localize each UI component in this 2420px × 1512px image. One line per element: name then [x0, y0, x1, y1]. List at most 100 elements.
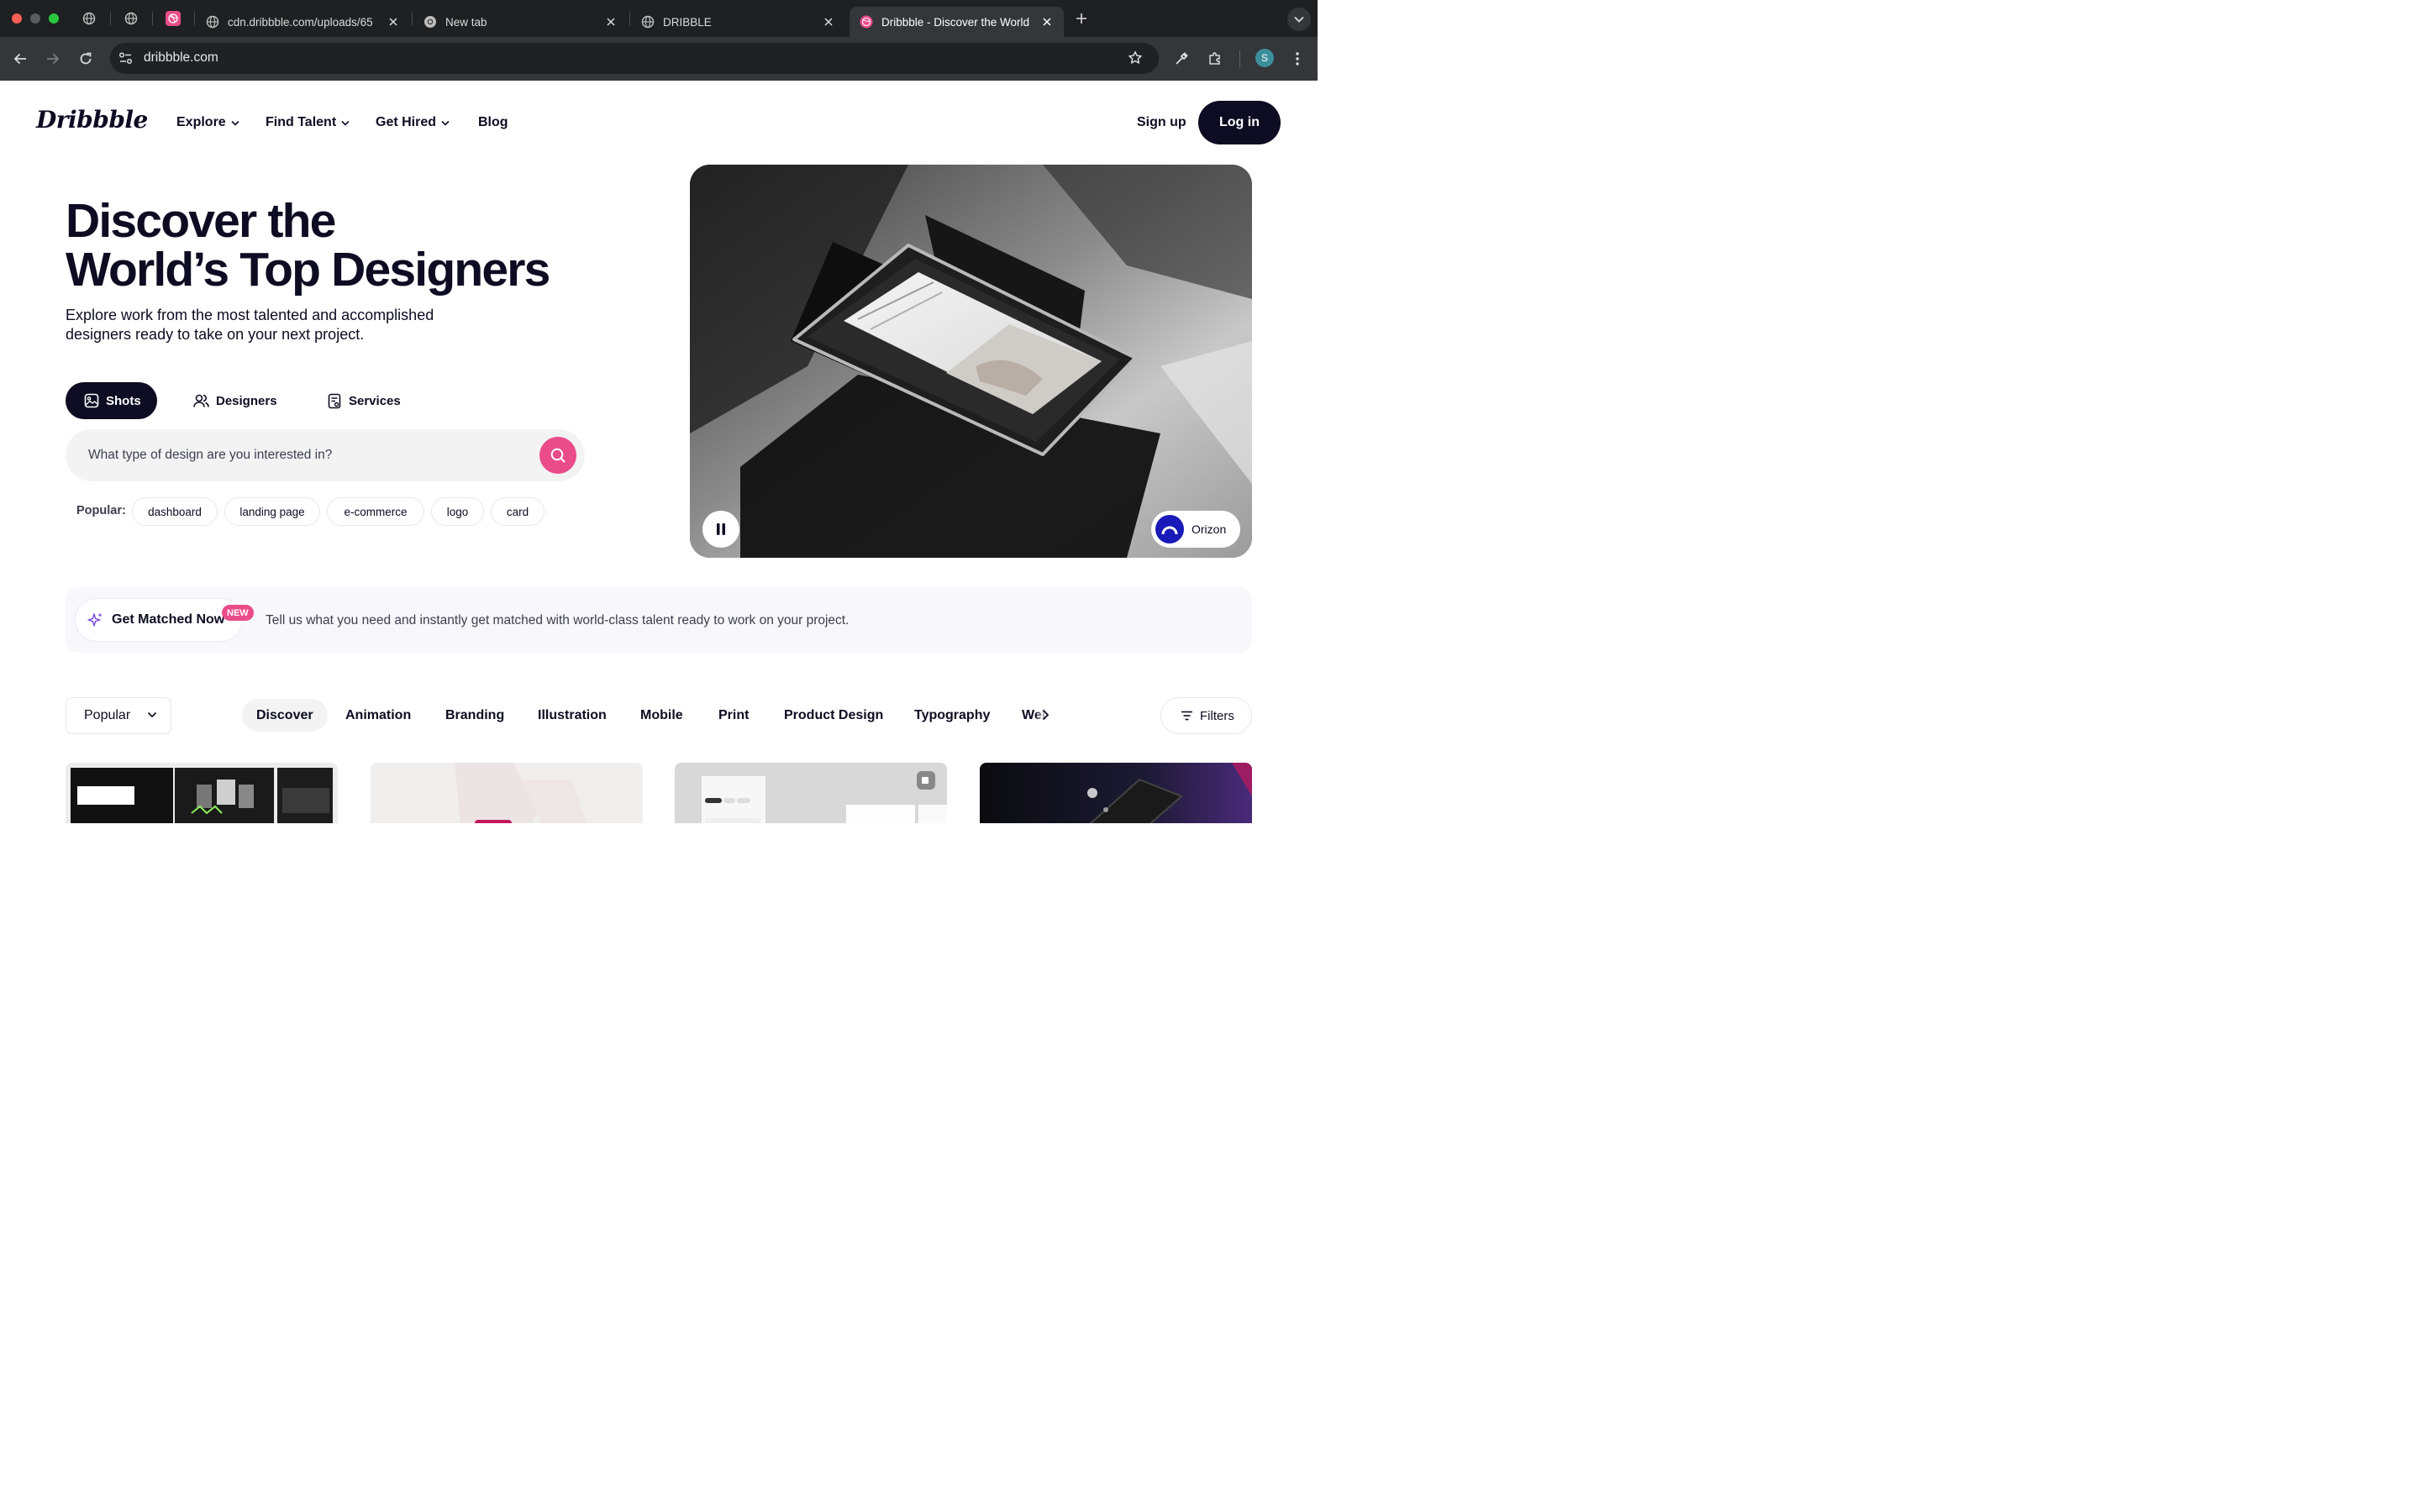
- tab-designers[interactable]: Designers: [193, 382, 286, 419]
- puzzle-icon: [1209, 52, 1220, 65]
- eyedropper-extension-button[interactable]: [1171, 49, 1192, 69]
- category-animation[interactable]: Animation: [345, 699, 411, 732]
- tab-new-tab[interactable]: New tab: [413, 7, 628, 37]
- shot-thumbnail: [675, 763, 947, 823]
- tab-dribble[interactable]: DRIBBLE: [631, 7, 845, 37]
- search-placeholder: What type of design are you interested i…: [88, 448, 333, 462]
- sparkle-icon: [87, 612, 102, 627]
- nav-label: Get Hired: [376, 115, 437, 129]
- browser-tab-strip: cdn.dribbble.com/uploads/65 New tab DRIB…: [0, 0, 1318, 37]
- profile-avatar[interactable]: S: [1255, 49, 1274, 67]
- nav-label: Blog: [478, 115, 508, 129]
- tab-close-icon[interactable]: [1040, 15, 1054, 29]
- nav-explore[interactable]: Explore: [176, 115, 239, 130]
- extensions-button[interactable]: [1205, 49, 1225, 69]
- tab-label: Services: [349, 393, 401, 408]
- bookmark-star-icon[interactable]: [1128, 50, 1143, 66]
- browser-menu-button[interactable]: [1287, 49, 1307, 69]
- hero-title-line: World’s Top Designers: [66, 243, 550, 297]
- new-badge: NEW: [222, 605, 254, 621]
- design-search-input[interactable]: What type of design are you interested i…: [66, 429, 585, 481]
- shot-thumbnail: [66, 763, 338, 823]
- nav-get-hired[interactable]: Get Hired: [376, 115, 450, 130]
- reload-button[interactable]: [76, 49, 96, 69]
- tab-close-icon[interactable]: [822, 15, 835, 29]
- popular-tag[interactable]: logo: [431, 497, 484, 526]
- chevron-right-icon[interactable]: [1042, 709, 1050, 721]
- forward-button[interactable]: [43, 49, 63, 69]
- shot-card[interactable]: [371, 763, 643, 823]
- sort-selected-value: Popular: [84, 708, 131, 722]
- dribbble-logo[interactable]: Dribbble: [36, 106, 148, 134]
- arrow-left-icon: [13, 53, 26, 65]
- browser-toolbar: dribbble.com S: [0, 37, 1318, 81]
- url-text: dribbble.com: [144, 50, 218, 65]
- pause-button[interactable]: [702, 511, 739, 548]
- get-matched-banner: Get Matched Now NEW Tell us what you nee…: [66, 587, 1252, 653]
- sort-dropdown[interactable]: Popular: [66, 697, 171, 734]
- tab-shots[interactable]: Shots: [66, 382, 157, 419]
- globe-icon: [206, 15, 219, 29]
- chevron-down-icon: [341, 120, 350, 126]
- category-branding[interactable]: Branding: [445, 699, 504, 732]
- category-mobile[interactable]: Mobile: [640, 699, 683, 732]
- tab-services[interactable]: Services: [328, 382, 420, 419]
- pinned-tab-globe-2[interactable]: [123, 10, 139, 27]
- shot-card[interactable]: [675, 763, 947, 823]
- chevron-down-icon: [231, 120, 239, 126]
- kebab-menu-icon: [1296, 52, 1299, 66]
- back-button[interactable]: [10, 49, 30, 69]
- hero-title: Discover the World’s Top Designers: [66, 197, 550, 294]
- nav-find-talent[interactable]: Find Talent: [266, 115, 350, 130]
- popular-tag[interactable]: landing page: [224, 497, 320, 526]
- site-settings-icon[interactable]: [118, 51, 133, 66]
- search-icon: [550, 448, 566, 463]
- hero-title-line: Discover the: [66, 194, 336, 248]
- window-minimize-button[interactable]: [30, 13, 40, 24]
- users-icon: [193, 394, 209, 407]
- tab-dribbble-active[interactable]: Dribbble - Discover the World: [850, 7, 1064, 37]
- filters-button[interactable]: Filters: [1160, 697, 1252, 734]
- shot-author-chip[interactable]: Orizon: [1151, 511, 1240, 548]
- category-product-design[interactable]: Product Design: [784, 699, 883, 732]
- category-typography[interactable]: Typography: [914, 699, 990, 732]
- new-tab-button[interactable]: [1073, 10, 1090, 27]
- popular-tag[interactable]: card: [491, 497, 544, 526]
- log-in-button[interactable]: Log in: [1198, 101, 1281, 144]
- pinned-tab-globe-1[interactable]: [81, 10, 97, 27]
- chevron-down-icon: [1294, 16, 1304, 23]
- window-close-button[interactable]: [12, 13, 22, 24]
- hero-video: Orizon: [690, 165, 1252, 558]
- tab-label: Designers: [216, 393, 277, 408]
- tab-search-button[interactable]: [1287, 8, 1311, 31]
- category-discover[interactable]: Discover: [242, 699, 328, 732]
- pinned-tab-dribbble[interactable]: [165, 10, 182, 27]
- shot-card[interactable]: [66, 763, 338, 823]
- hero-subtitle: Explore work from the most talented and …: [66, 306, 469, 344]
- sign-up-link[interactable]: Sign up: [1137, 115, 1186, 130]
- dribbble-favicon-icon: [860, 15, 873, 29]
- category-illustration[interactable]: Illustration: [538, 699, 607, 732]
- shot-thumbnail: [371, 763, 643, 823]
- search-submit-button[interactable]: [539, 437, 576, 474]
- popular-tag[interactable]: dashboard: [132, 497, 218, 526]
- tab-close-icon[interactable]: [604, 15, 618, 29]
- tab-close-icon[interactable]: [387, 15, 400, 29]
- pause-icon: [717, 523, 725, 535]
- dribbble-favicon-icon: [166, 11, 181, 26]
- window-zoom-button[interactable]: [49, 13, 59, 24]
- tab-cdn-upload[interactable]: cdn.dribbble.com/uploads/65: [196, 7, 410, 37]
- nav-blog[interactable]: Blog: [478, 115, 508, 130]
- tab-title: New tab: [445, 15, 487, 29]
- filter-lines-icon: [1181, 711, 1192, 721]
- get-matched-button[interactable]: Get Matched Now: [76, 599, 242, 641]
- author-name: Orizon: [1192, 522, 1227, 536]
- author-avatar: [1155, 515, 1184, 543]
- popular-tag[interactable]: e-commerce: [327, 497, 424, 526]
- category-print[interactable]: Print: [718, 699, 749, 732]
- globe-icon: [641, 15, 655, 29]
- banner-description: Tell us what you need and instantly get …: [266, 613, 850, 627]
- get-matched-label: Get Matched Now: [112, 612, 225, 627]
- address-bar[interactable]: dribbble.com: [110, 43, 1159, 74]
- shot-card[interactable]: [980, 763, 1252, 823]
